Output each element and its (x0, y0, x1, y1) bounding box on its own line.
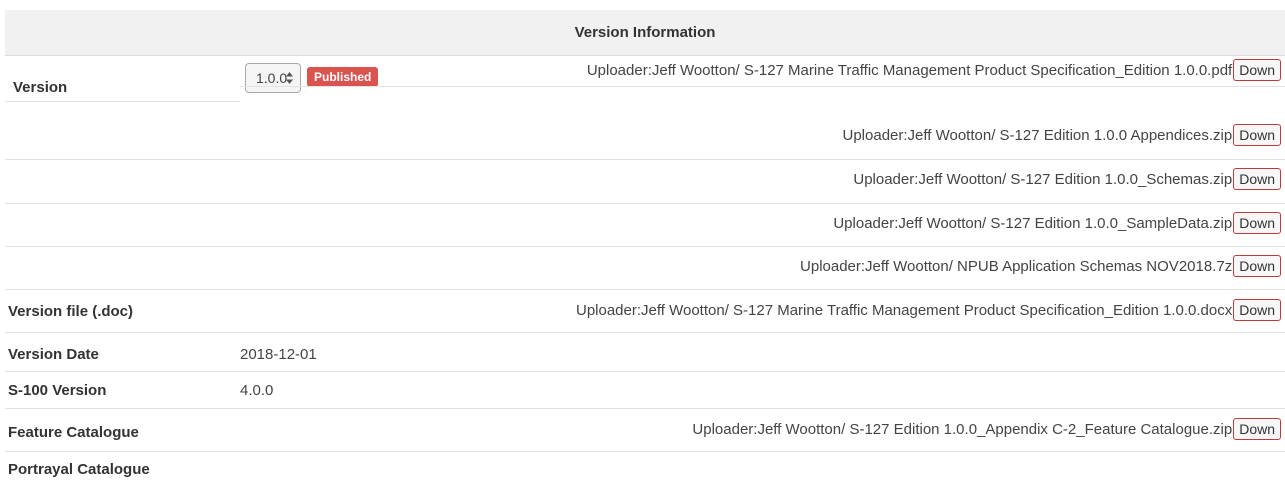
version-row: Version 1.0.0 Published Uploader:Jeff Wo… (5, 56, 1285, 98)
panel-title: Version Information (574, 24, 716, 41)
divider (5, 246, 1285, 247)
file-name: Uploader:Jeff Wootton/ S-127 Marine Traf… (575, 301, 1233, 319)
download-button[interactable]: Down (1233, 168, 1281, 190)
version-file-label: Version file (.doc) (8, 303, 134, 320)
file-entry: Uploader:Jeff Wootton/ S-127 Edition 1.0… (842, 124, 1281, 146)
feature-catalogue-label: Feature Catalogue (8, 424, 139, 441)
download-button[interactable]: Down (1233, 418, 1281, 440)
divider (5, 451, 1285, 452)
file-name: Uploader:Jeff Wootton/ NPUB Application … (800, 257, 1233, 275)
divider (5, 159, 1285, 160)
divider (5, 203, 1285, 204)
download-button[interactable]: Down (1233, 59, 1281, 81)
file-name: Uploader:Jeff Wootton/ S-127 Edition 1.0… (853, 170, 1233, 188)
divider (5, 371, 1285, 372)
version-information-panel: Version Information Version 1.0.0 Publis… (0, 0, 1285, 483)
download-button[interactable]: Down (1233, 299, 1281, 321)
divider (240, 86, 1285, 87)
divider (5, 289, 1285, 290)
portrayal-catalogue-label: Portrayal Catalogue (8, 461, 150, 478)
file-name: Uploader:Jeff Wootton/ S-127 Edition 1.0… (833, 214, 1233, 232)
version-date-value: 2018-12-01 (240, 346, 317, 363)
version-select[interactable]: 1.0.0 (245, 63, 301, 93)
file-name: Uploader:Jeff Wootton/ S-127 Marine Traf… (586, 61, 1233, 79)
s100-version-label: S-100 Version (8, 382, 107, 399)
version-label: Version (13, 79, 68, 96)
download-button[interactable]: Down (1233, 212, 1281, 234)
file-entry: Uploader:Jeff Wootton/ S-127 Edition 1.0… (833, 212, 1281, 234)
select-arrows-icon (286, 72, 293, 84)
divider (5, 408, 1285, 409)
version-date-label: Version Date (8, 346, 99, 363)
file-name: Uploader:Jeff Wootton/ S-127 Edition 1.0… (842, 126, 1233, 144)
status-badge: Published (307, 67, 379, 87)
file-name: Uploader:Jeff Wootton/ S-127 Edition 1.0… (692, 420, 1233, 438)
file-entry: Uploader:Jeff Wootton/ S-127 Marine Traf… (576, 299, 1281, 321)
divider (5, 332, 1285, 333)
s100-version-value: 4.0.0 (240, 382, 274, 399)
file-entry: Uploader:Jeff Wootton/ NPUB Application … (800, 255, 1281, 277)
divider (5, 101, 240, 102)
file-entry: Uploader:Jeff Wootton/ S-127 Marine Traf… (587, 59, 1281, 81)
file-entry: Uploader:Jeff Wootton/ S-127 Edition 1.0… (853, 168, 1281, 190)
version-select-value: 1.0.0 (256, 70, 288, 86)
download-button[interactable]: Down (1233, 124, 1281, 146)
file-entry: Uploader:Jeff Wootton/ S-127 Edition 1.0… (692, 418, 1281, 440)
panel-header: Version Information (5, 10, 1285, 56)
download-button[interactable]: Down (1233, 255, 1281, 277)
